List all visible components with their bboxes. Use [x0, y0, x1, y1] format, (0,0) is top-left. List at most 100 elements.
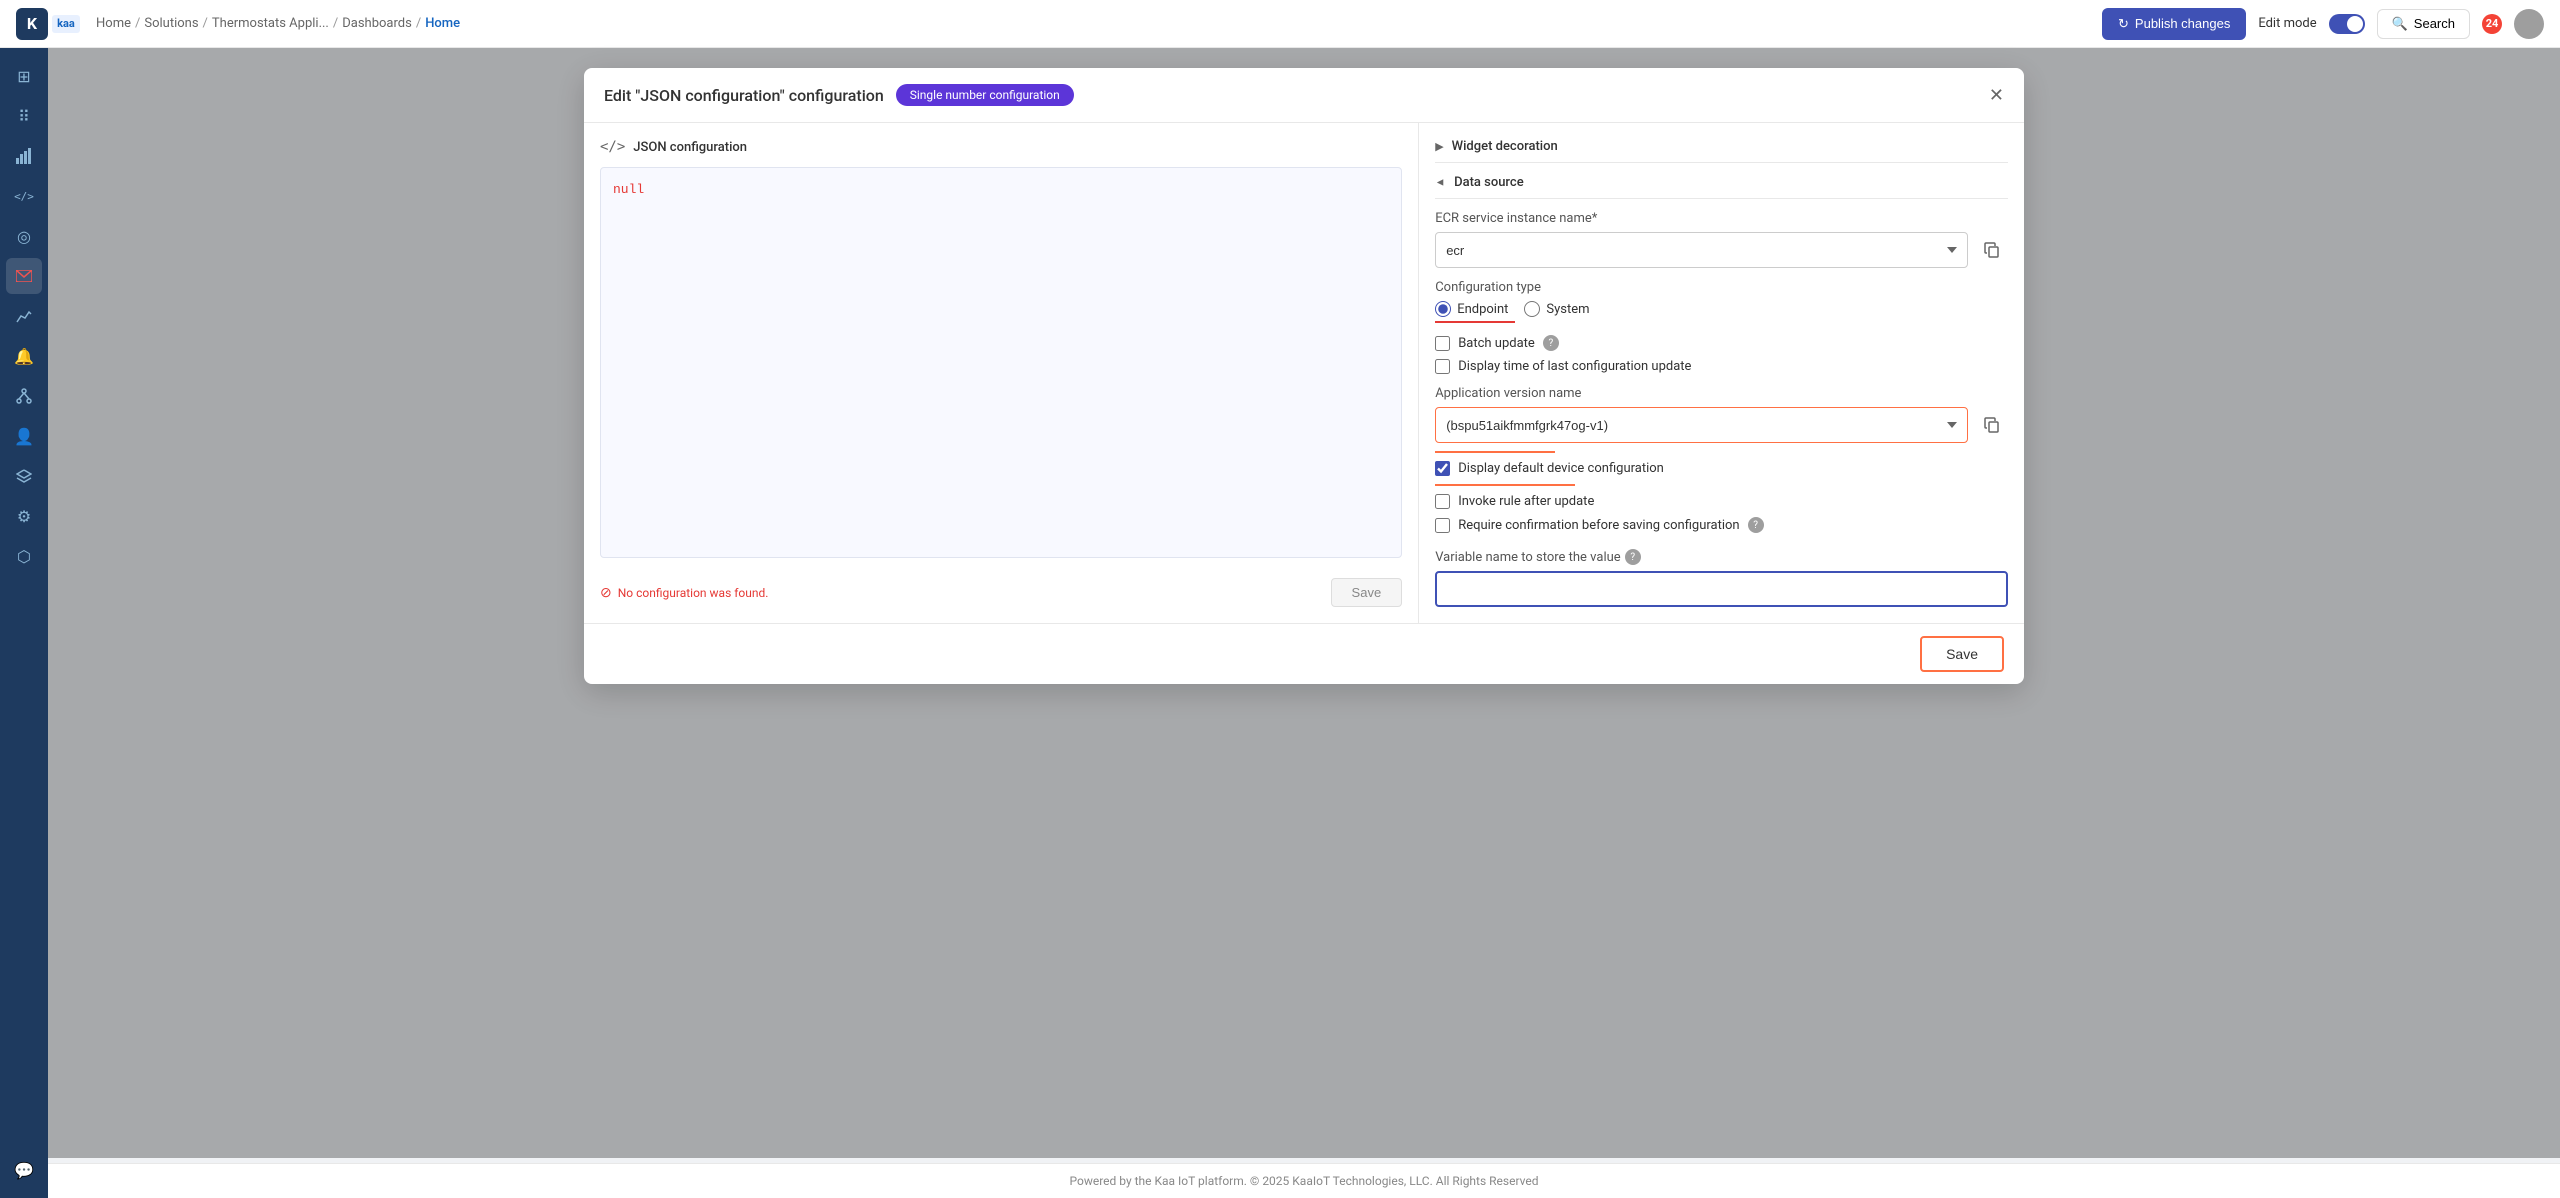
edit-mode-label: Edit mode: [2258, 16, 2316, 31]
sidebar-item-chart[interactable]: [6, 298, 42, 334]
search-button[interactable]: 🔍 Search: [2377, 9, 2470, 39]
invoke-rule-label: Invoke rule after update: [1458, 494, 1594, 509]
data-source-section: ▼ Data source ECR service instance name*…: [1435, 175, 2008, 533]
data-source-header[interactable]: ▼ Data source: [1435, 175, 2008, 190]
breadcrumb-dashboards[interactable]: Dashboards: [342, 16, 412, 31]
variable-help[interactable]: ?: [1625, 549, 1641, 565]
sidebar-item-grid[interactable]: ⊞: [6, 58, 42, 94]
variable-label: Variable name to store the value ?: [1435, 549, 2008, 565]
sidebar-item-user[interactable]: 👤: [6, 418, 42, 454]
sidebar-item-signal[interactable]: [6, 138, 42, 174]
breadcrumb-sep-4: /: [416, 16, 421, 31]
notification-badge[interactable]: 24: [2482, 14, 2502, 34]
breadcrumb: Home / Solutions / Thermostats Appli... …: [96, 16, 2102, 31]
display-time-row: Display time of last configuration updat…: [1435, 359, 2008, 374]
sidebar-item-gear[interactable]: ⚙: [6, 498, 42, 534]
app-version-copy-button[interactable]: [1976, 409, 2008, 441]
sidebar-item-network[interactable]: [6, 378, 42, 414]
error-message: ⊘ No configuration was found.: [600, 585, 768, 601]
search-label: Search: [2414, 16, 2455, 31]
breadcrumb-sep-3: /: [333, 16, 338, 31]
batch-update-help[interactable]: ?: [1543, 335, 1559, 351]
invoke-rule-row: Invoke rule after update: [1435, 494, 2008, 509]
system-radio-label[interactable]: System: [1524, 301, 1589, 317]
sidebar-item-apps[interactable]: ⠿: [6, 98, 42, 134]
endpoint-radio-text: Endpoint: [1457, 302, 1508, 317]
json-editor[interactable]: null: [600, 167, 1402, 558]
nav-actions: ↻ Publish changes Edit mode 🔍 Search 24: [2102, 8, 2544, 40]
widget-decoration-header[interactable]: ▶ Widget decoration: [1435, 139, 2008, 154]
require-confirmation-label: Require confirmation before saving confi…: [1458, 518, 1739, 533]
config-type-badge: Single number configuration: [896, 84, 1074, 106]
user-avatar[interactable]: [2514, 9, 2544, 39]
data-source-label: Data source: [1454, 175, 1524, 190]
logo-k-text: K: [27, 14, 37, 33]
sidebar-item-target[interactable]: ◎: [6, 218, 42, 254]
breadcrumb-home[interactable]: Home: [96, 16, 131, 31]
require-confirmation-checkbox[interactable]: [1435, 518, 1450, 533]
sidebar-item-puzzle[interactable]: ⬡: [6, 538, 42, 574]
batch-update-checkbox[interactable]: [1435, 336, 1450, 351]
ecr-copy-button[interactable]: [1976, 234, 2008, 266]
display-time-checkbox[interactable]: [1435, 359, 1450, 374]
page-footer: Powered by the Kaa IoT platform. © 2025 …: [48, 1163, 2560, 1198]
modal-save-button[interactable]: Save: [1920, 636, 2004, 672]
error-text: No configuration was found.: [618, 586, 769, 600]
config-type-underline: [1435, 321, 1515, 323]
sidebar-item-mail[interactable]: [6, 258, 42, 294]
config-panel: ▶ Widget decoration ▼ Data source: [1419, 123, 2024, 623]
sidebar-item-chat[interactable]: 💬: [6, 1152, 42, 1188]
sidebar-item-bell[interactable]: 🔔: [6, 338, 42, 374]
logo: K kaa: [16, 8, 80, 40]
widget-decoration-arrow: ▶: [1435, 140, 1443, 153]
variable-section: Variable name to store the value ?: [1435, 549, 2008, 607]
logo-icon: K: [16, 8, 48, 40]
display-default-underline: [1435, 484, 1575, 486]
sidebar-item-layers[interactable]: [6, 458, 42, 494]
config-type-radio-group: Endpoint System: [1435, 301, 2008, 317]
invoke-rule-checkbox[interactable]: [1435, 494, 1450, 509]
data-source-arrow: ▼: [1434, 177, 1447, 188]
app-version-label: Application version name: [1435, 386, 2008, 401]
widget-decoration-divider: [1435, 162, 2008, 163]
data-source-divider: [1435, 198, 2008, 199]
top-navigation: K kaa Home / Solutions / Thermostats App…: [0, 0, 2560, 48]
config-type-group: Configuration type Endpoint System: [1435, 280, 2008, 323]
publish-label: Publish changes: [2135, 16, 2230, 31]
variable-input[interactable]: [1435, 571, 2008, 607]
ecr-service-group: ECR service instance name* ecr: [1435, 211, 2008, 268]
ecr-service-label: ECR service instance name*: [1435, 211, 2008, 226]
sidebar-item-code[interactable]: </>: [6, 178, 42, 214]
publish-changes-button[interactable]: ↻ Publish changes: [2102, 8, 2246, 40]
modal-dialog: Edit "JSON configuration" configuration …: [584, 68, 2024, 684]
breadcrumb-solutions[interactable]: Solutions: [144, 16, 198, 31]
search-icon: 🔍: [2392, 16, 2408, 32]
display-default-row: Display default device configuration: [1435, 461, 2008, 476]
require-confirmation-row: Require confirmation before saving confi…: [1435, 517, 2008, 533]
widget-decoration-label: Widget decoration: [1452, 139, 1558, 154]
error-icon: ⊘: [600, 585, 612, 601]
display-default-label: Display default device configuration: [1458, 461, 1664, 476]
system-radio-text: System: [1546, 302, 1589, 317]
breadcrumb-current: Home: [425, 16, 460, 31]
modal-title: Edit "JSON configuration" configuration: [604, 86, 884, 105]
breadcrumb-thermostats[interactable]: Thermostats Appli...: [212, 16, 329, 31]
logo-kaa-text: kaa: [57, 17, 75, 30]
breadcrumb-sep-1: /: [135, 16, 140, 31]
display-default-checkbox[interactable]: [1435, 461, 1450, 476]
require-confirmation-help[interactable]: ?: [1748, 517, 1764, 533]
sidebar: ⊞ ⠿ </> ◎ 🔔 👤 ⚙ ⬡ 💬: [0, 48, 48, 1198]
app-version-select[interactable]: (bspu51aikfmmfgrk47og-v1): [1435, 407, 1968, 443]
json-editor-panel: </> JSON configuration null ⊘ No configu…: [584, 123, 1419, 623]
json-save-button[interactable]: Save: [1331, 578, 1403, 607]
endpoint-radio-label[interactable]: Endpoint: [1435, 301, 1508, 317]
endpoint-radio-input[interactable]: [1435, 301, 1451, 317]
edit-mode-toggle[interactable]: [2329, 14, 2365, 34]
ecr-service-select[interactable]: ecr: [1435, 232, 1968, 268]
system-radio-input[interactable]: [1524, 301, 1540, 317]
app-version-underline: [1435, 451, 1555, 453]
batch-update-label: Batch update: [1458, 336, 1535, 351]
publish-icon: ↻: [2118, 16, 2129, 32]
modal-close-button[interactable]: ✕: [1989, 86, 2004, 104]
modal-footer: Save: [584, 623, 2024, 684]
